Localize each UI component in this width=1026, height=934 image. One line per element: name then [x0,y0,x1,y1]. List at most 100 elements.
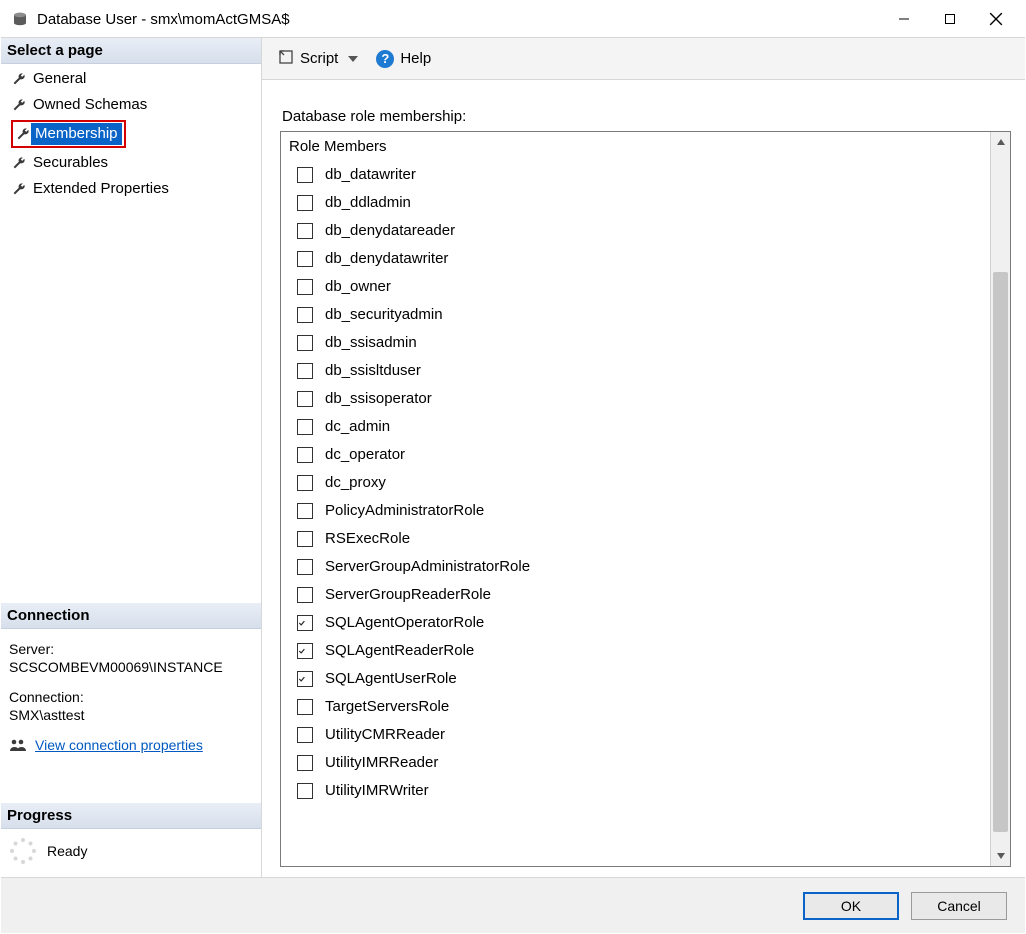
wrench-icon [11,181,27,197]
role-row[interactable]: SQLAgentUserRole [281,665,990,693]
role-name: UtilityIMRWriter [325,780,429,802]
sidebar: Select a page General Owned SchemasMember… [1,38,261,877]
role-row[interactable]: dc_proxy [281,469,990,497]
role-name: db_ssisltduser [325,360,421,382]
role-name: TargetServersRole [325,696,449,718]
role-row[interactable]: UtilityIMRReader [281,749,990,777]
role-checkbox[interactable] [297,755,313,771]
role-checkbox[interactable] [297,531,313,547]
sidebar-page-item[interactable]: Extended Properties [1,176,261,202]
role-checkbox[interactable] [297,419,313,435]
client-area: Select a page General Owned SchemasMember… [1,37,1025,877]
role-row[interactable]: UtilityIMRWriter [281,777,990,805]
scrollbar-thumb[interactable] [993,272,1008,832]
role-row[interactable]: db_denydatareader [281,217,990,245]
sidebar-page-item[interactable]: Owned Schemas [1,92,261,118]
chevron-down-icon [348,56,358,62]
role-row[interactable]: ServerGroupReaderRole [281,581,990,609]
role-row[interactable]: db_ddladmin [281,189,990,217]
minimize-button[interactable] [881,3,927,35]
role-checkbox[interactable] [297,671,313,687]
help-icon: ? [376,50,394,68]
role-name: db_denydatawriter [325,248,448,270]
script-icon [278,49,294,69]
scrollbar-track[interactable] [991,152,1010,846]
role-membership-label: Database role membership: [282,108,1011,125]
role-checkbox[interactable] [297,307,313,323]
server-value: SCSCOMBEVM00069\INSTANCE [9,659,253,675]
select-a-page-header: Select a page [1,38,261,64]
role-checkbox[interactable] [297,615,313,631]
progress-spinner-icon [9,837,37,865]
role-checkbox[interactable] [297,643,313,659]
connection-panel: Server: SCSCOMBEVM00069\INSTANCE Connect… [1,629,261,763]
connection-value: SMX\asttest [9,707,253,723]
role-name: db_ssisoperator [325,388,432,410]
role-row[interactable]: dc_admin [281,413,990,441]
sidebar-page-label: General [33,68,86,90]
role-name: db_ssisadmin [325,332,417,354]
role-row[interactable]: dc_operator [281,441,990,469]
connection-properties-icon [9,738,27,752]
sidebar-page-label: Owned Schemas [33,94,147,116]
database-user-window: Database User - smx\momActGMSA$ Select a… [0,0,1026,934]
sidebar-page-item[interactable]: Securables [1,150,261,176]
role-row[interactable]: db_denydatawriter [281,245,990,273]
help-button[interactable]: ? Help [372,48,435,70]
role-checkbox[interactable] [297,391,313,407]
role-row[interactable]: SQLAgentOperatorRole [281,609,990,637]
script-dropdown-button[interactable]: Script [274,47,362,71]
role-row[interactable]: db_owner [281,273,990,301]
ok-button[interactable]: OK [803,892,899,920]
role-checkbox[interactable] [297,447,313,463]
role-name: dc_proxy [325,472,386,494]
vertical-scrollbar[interactable] [990,132,1010,866]
sidebar-page-item[interactable]: General [1,66,261,92]
role-checkbox[interactable] [297,223,313,239]
role-row[interactable]: db_datawriter [281,161,990,189]
sidebar-page-label: Extended Properties [33,178,169,200]
role-name: db_denydatareader [325,220,455,242]
role-row[interactable]: RSExecRole [281,525,990,553]
role-membership-listbox: Role Members db_datawriterdb_ddladmindb_… [280,131,1011,867]
role-checkbox[interactable] [297,699,313,715]
role-checkbox[interactable] [297,587,313,603]
role-row[interactable]: SQLAgentReaderRole [281,637,990,665]
role-name: UtilityCMRReader [325,724,445,746]
role-checkbox[interactable] [297,335,313,351]
role-checkbox[interactable] [297,503,313,519]
role-name: UtilityIMRReader [325,752,438,774]
role-row[interactable]: ServerGroupAdministratorRole [281,553,990,581]
role-row[interactable]: TargetServersRole [281,693,990,721]
role-row[interactable]: db_ssisadmin [281,329,990,357]
scroll-up-arrow-icon[interactable] [991,132,1010,152]
role-row[interactable]: UtilityCMRReader [281,721,990,749]
wrench-icon [11,97,27,113]
role-name: ServerGroupAdministratorRole [325,556,530,578]
scroll-down-arrow-icon[interactable] [991,846,1010,866]
role-list: Role Members db_datawriterdb_ddladmindb_… [281,132,990,866]
close-button[interactable] [973,3,1019,35]
role-row[interactable]: db_securityadmin [281,301,990,329]
role-row[interactable]: db_ssisltduser [281,357,990,385]
cancel-button[interactable]: Cancel [911,892,1007,920]
role-checkbox[interactable] [297,167,313,183]
role-checkbox[interactable] [297,475,313,491]
role-checkbox[interactable] [297,279,313,295]
role-checkbox[interactable] [297,559,313,575]
sidebar-page-item[interactable]: Membership [1,118,261,150]
role-checkbox[interactable] [297,783,313,799]
role-name: db_securityadmin [325,304,443,326]
progress-status: Ready [47,843,87,859]
role-checkbox[interactable] [297,363,313,379]
role-checkbox[interactable] [297,727,313,743]
content-area: Database role membership: Role Members d… [262,80,1025,877]
maximize-button[interactable] [927,3,973,35]
sidebar-page-label: Securables [33,152,108,174]
role-row[interactable]: db_ssisoperator [281,385,990,413]
role-checkbox[interactable] [297,251,313,267]
dialog-footer: OK Cancel [1,877,1025,933]
view-connection-properties-link[interactable]: View connection properties [35,737,203,753]
role-row[interactable]: PolicyAdministratorRole [281,497,990,525]
role-checkbox[interactable] [297,195,313,211]
